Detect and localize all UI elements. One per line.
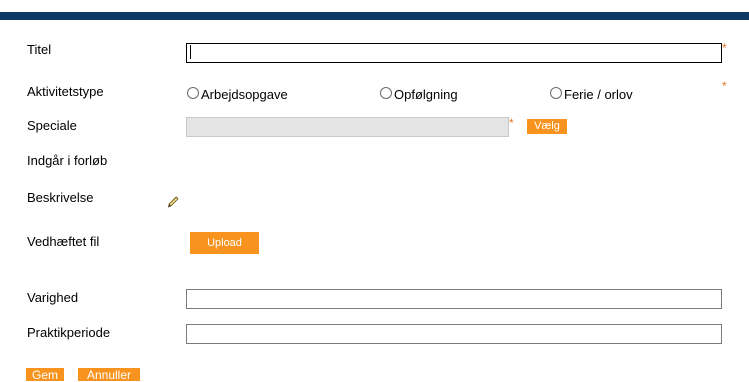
radio-arbejdsopgave[interactable]: Arbejdsopgave [187,85,288,102]
activity-type-required-marker: * [722,79,727,93]
speciale-label: Speciale [27,118,77,133]
duration-label: Varighed [27,290,79,305]
title-required-marker: * [722,41,727,55]
pencil-icon[interactable] [166,195,180,209]
included-in-course-label: Indgår i forløb [27,153,108,168]
description-label: Beskrivelse [27,190,94,205]
cancel-button[interactable]: Annuller [78,368,140,382]
choose-speciale-button[interactable]: Vælg [527,119,567,134]
upload-button[interactable]: Upload [190,232,259,254]
radio-arbejdsopgave-label: Arbejdsopgave [201,87,288,102]
save-button[interactable]: Gem [26,368,64,382]
speciale-required-marker: * [509,116,514,130]
radio-circle-icon[interactable] [550,87,562,99]
duration-input[interactable] [186,289,722,309]
activity-type-label: Aktivitetstype [27,84,104,99]
title-input[interactable] [186,43,722,63]
internship-period-input[interactable] [186,324,722,344]
header-bar [0,12,749,20]
radio-opfoelgning[interactable]: Opfølgning [380,85,458,102]
internship-period-label: Praktikperiode [27,325,111,340]
speciale-input [186,117,509,137]
radio-ferie-orlov-label: Ferie / orlov [564,87,633,102]
attachment-label: Vedhæftet fil [27,234,100,249]
title-label: Titel [27,42,52,57]
radio-ferie-orlov[interactable]: Ferie / orlov [550,85,633,102]
radio-circle-icon[interactable] [187,87,199,99]
radio-circle-icon[interactable] [380,87,392,99]
text-cursor [190,45,191,59]
radio-opfoelgning-label: Opfølgning [394,87,458,102]
